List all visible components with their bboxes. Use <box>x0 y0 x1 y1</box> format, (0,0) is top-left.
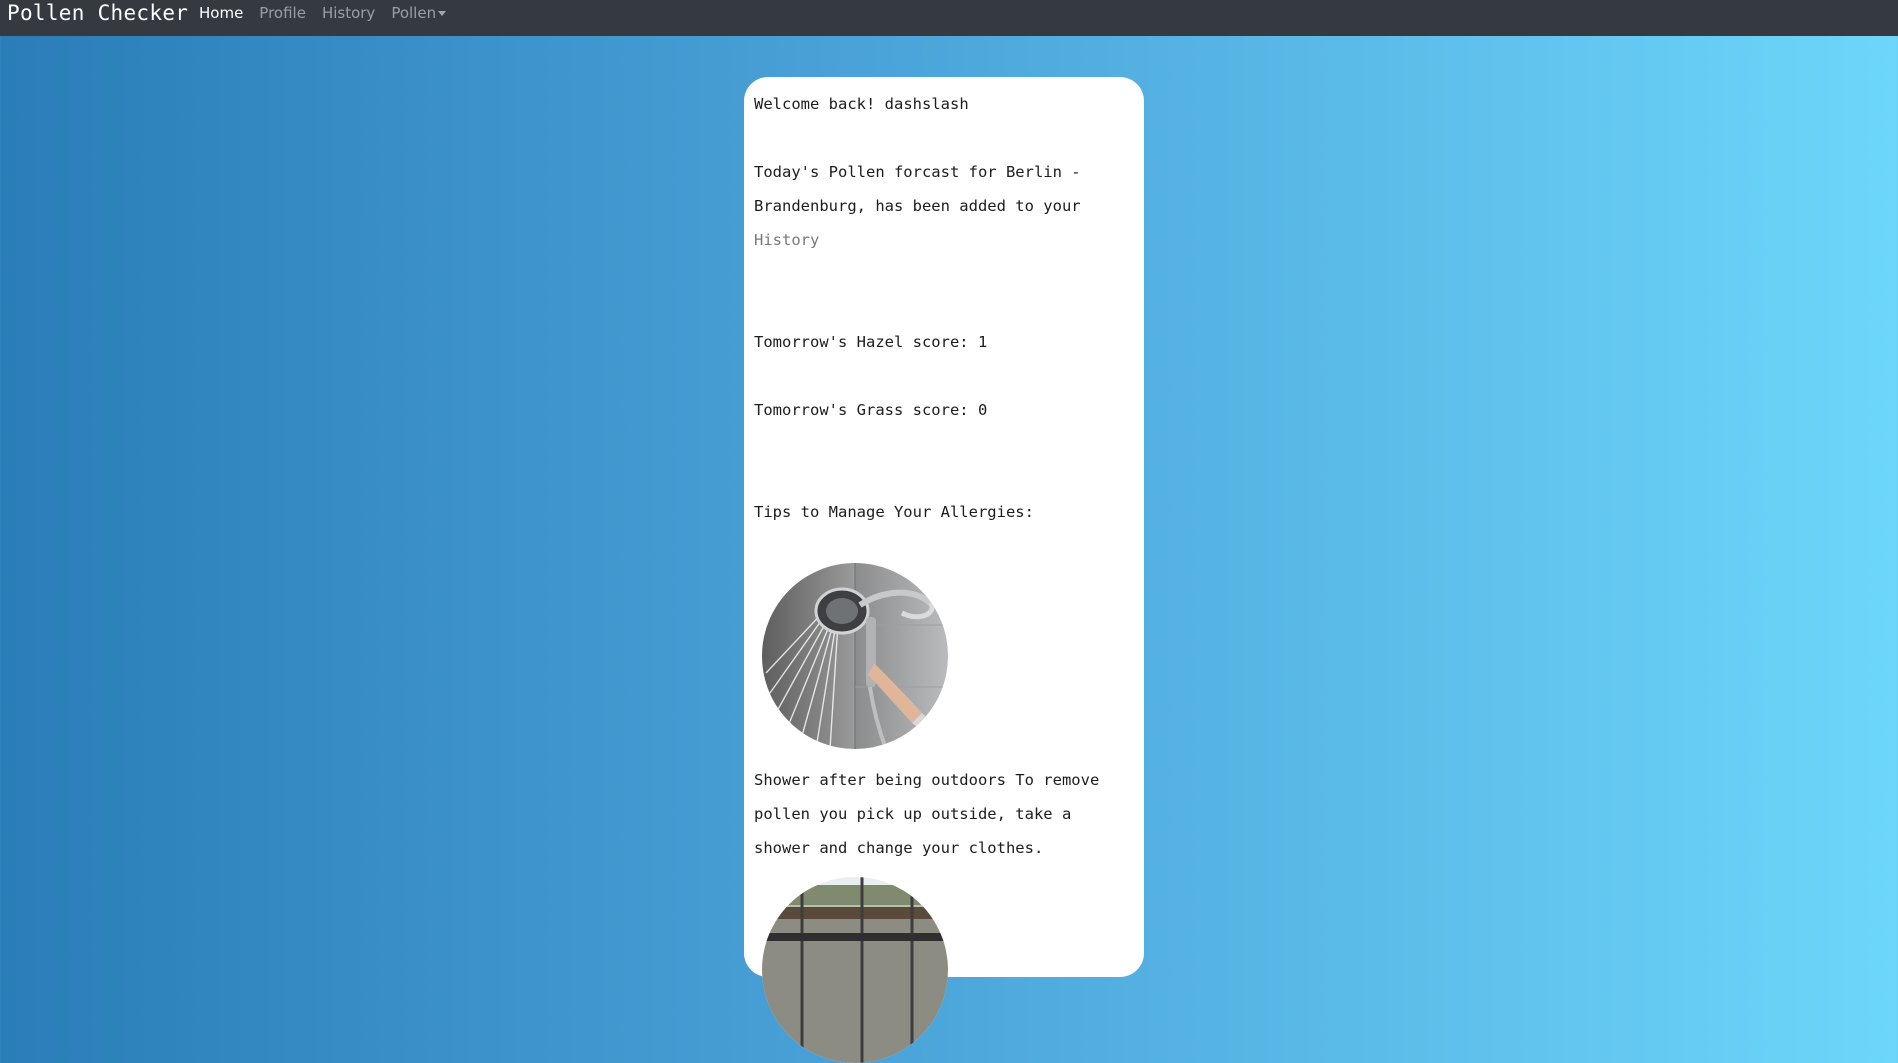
hazel-score: Tomorrow's Hazel score: 1 <box>754 325 1134 359</box>
window-image <box>762 877 948 1063</box>
history-link[interactable]: History <box>754 231 819 249</box>
forecast-notice: Today's Pollen forcast for Berlin - Bran… <box>754 155 1134 257</box>
welcome-message: Welcome back! dashslash <box>754 87 1134 121</box>
forecast-text: Today's Pollen forcast for Berlin - Bran… <box>754 163 1081 215</box>
grass-score-label: Tomorrow's Grass score: <box>754 401 969 419</box>
welcome-prefix: Welcome back! <box>754 95 876 113</box>
nav-home[interactable]: Home <box>199 4 251 22</box>
username: dashslash <box>884 95 969 113</box>
hazel-score-value: 1 <box>977 333 988 351</box>
brand-logo[interactable]: Pollen Checker <box>7 1 188 25</box>
tips-heading: Tips to Manage Your Allergies: <box>754 503 1034 521</box>
nav-pollen-label: Pollen <box>391 4 437 22</box>
hazel-score-label: Tomorrow's Hazel score: <box>754 333 969 351</box>
nav-pollen-dropdown[interactable]: Pollen <box>383 4 454 22</box>
nav-history[interactable]: History <box>314 4 383 22</box>
grass-score: Tomorrow's Grass score: 0 <box>754 393 1134 427</box>
nav-profile[interactable]: Profile <box>251 4 314 22</box>
grass-score-value: 0 <box>977 401 988 419</box>
shower-head-image <box>762 563 948 749</box>
navbar: Pollen Checker Home Profile History Poll… <box>0 0 1898 36</box>
nav-links: Home Profile History Pollen <box>199 4 454 22</box>
caret-down-icon <box>438 10 447 16</box>
tip-text-shower: Shower after being outdoors To remove po… <box>754 771 1100 857</box>
dashboard-card: Welcome back! dashslash Today's Pollen f… <box>744 77 1144 1063</box>
